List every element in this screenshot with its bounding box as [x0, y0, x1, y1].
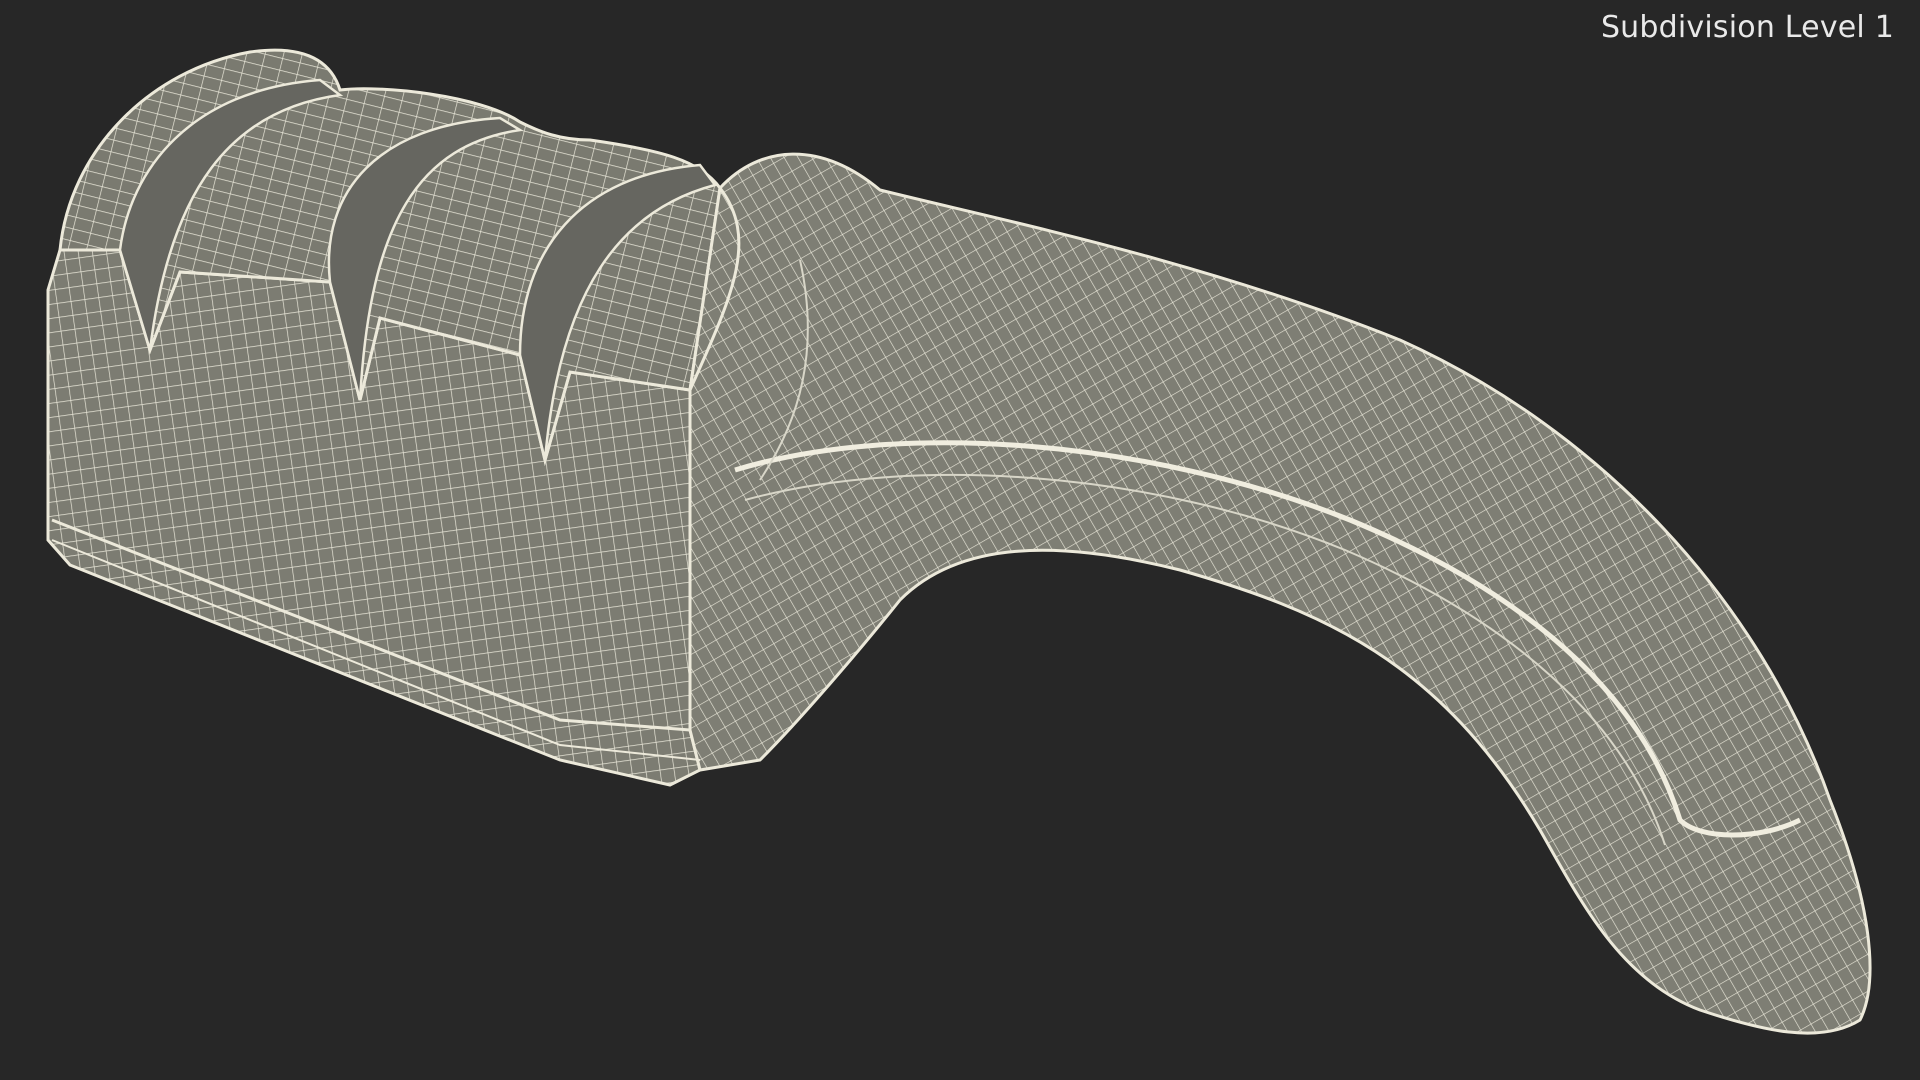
- handle: [688, 152, 1872, 1035]
- knife-sharpener-wireframe-render: [46, 48, 1872, 1035]
- subdivision-level-label: Subdivision Level 1: [1600, 10, 1894, 45]
- render-viewport: Subdivision Level 1: [0, 0, 1920, 1080]
